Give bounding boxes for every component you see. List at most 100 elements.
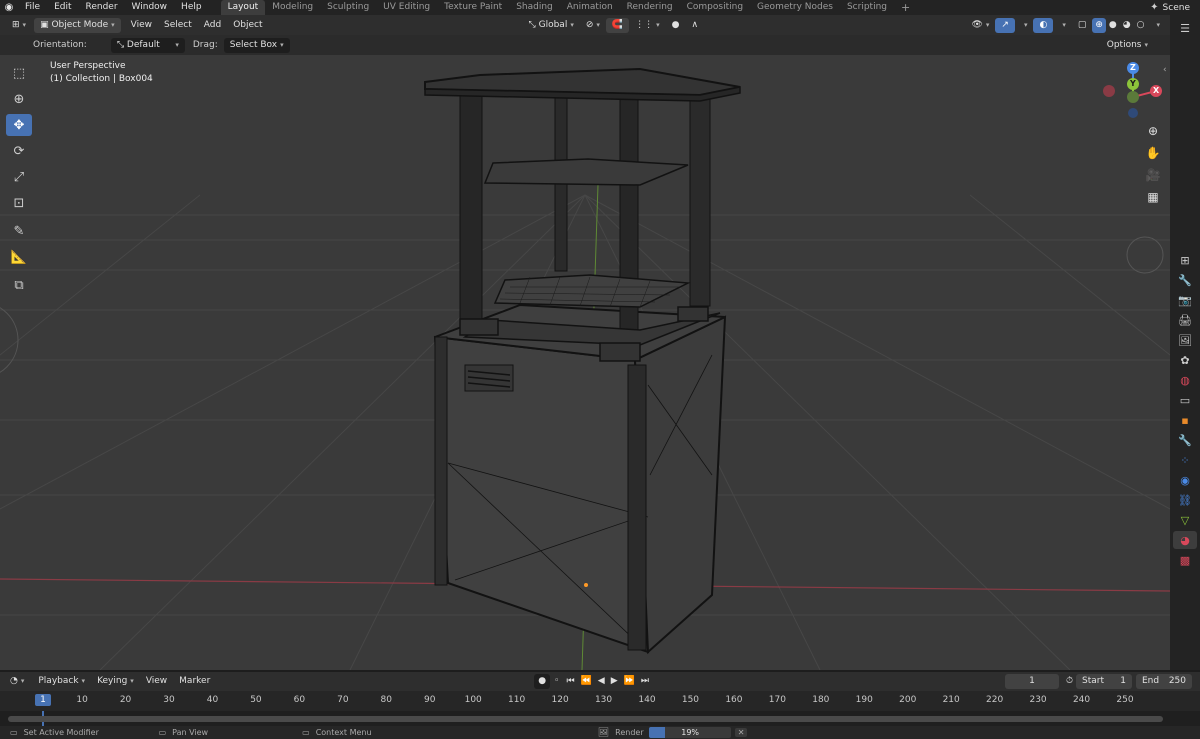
tool-properties-icon[interactable]: 🔧 (1173, 271, 1197, 289)
scene-icon[interactable]: ✦ (1150, 2, 1158, 13)
physics-icon[interactable]: ◉ (1173, 471, 1197, 489)
material-properties-icon[interactable]: ◕ (1173, 531, 1197, 549)
constraints-icon[interactable]: ⛓ (1173, 491, 1197, 509)
mode-select[interactable]: ▣ Object Mode ▾ (34, 17, 121, 33)
scene-name[interactable]: Scene (1163, 3, 1190, 13)
timeline-body[interactable] (0, 711, 1200, 726)
collapse-arrow-icon[interactable]: ‹ (1163, 65, 1167, 75)
zoom-icon[interactable]: ⊕ (1143, 121, 1163, 141)
tab-compositing[interactable]: Compositing (680, 0, 750, 15)
add-cube-tool-icon[interactable]: ⧉ (6, 274, 32, 296)
menu-help[interactable]: Help (174, 0, 209, 15)
cursor-tool-icon[interactable]: ⊕ (6, 88, 32, 110)
playback-menu[interactable]: Playback ▾ (32, 674, 91, 689)
shading-dropdown[interactable]: ▾ (1147, 18, 1166, 33)
annotate-tool-icon[interactable]: ✎ (6, 220, 32, 242)
scale-tool-icon[interactable]: ⤢ (6, 166, 32, 188)
overlays-dropdown[interactable]: ▾ (1053, 18, 1072, 33)
menu-window[interactable]: Window (125, 0, 175, 15)
pan-hand-icon[interactable]: ✋ (1143, 143, 1163, 163)
jump-keyframe-back-icon[interactable]: ⏪ (578, 674, 595, 689)
scene-properties-icon[interactable]: ✿ (1173, 351, 1197, 369)
tab-sculpting[interactable]: Sculpting (320, 0, 376, 15)
drag-select[interactable]: Select Box ▾ (223, 37, 290, 53)
jump-end-icon[interactable]: ⏭ (638, 674, 652, 689)
timeline-view-menu[interactable]: View (140, 674, 173, 689)
select-box-tool-icon[interactable]: ⬚ (6, 62, 32, 84)
gizmo-toggle-icon[interactable]: ↗ (995, 17, 1015, 33)
transform-orientation-select[interactable]: ⤡ Global ▾ (523, 18, 580, 33)
collection-properties-icon[interactable]: ▭ (1173, 391, 1197, 409)
measure-tool-icon[interactable]: 📐 (6, 246, 32, 268)
shading-wireframe-icon[interactable]: ⊕ (1092, 17, 1106, 33)
marker-menu[interactable]: Marker (173, 674, 216, 689)
falloff-button[interactable]: ∧ (686, 18, 705, 33)
editor-type-button[interactable]: ⊞ ▾ (6, 18, 32, 33)
orientation-select[interactable]: ⤡ Default ▾ (110, 37, 185, 53)
render-cancel-icon[interactable]: ✕ (735, 728, 748, 737)
visibility-icon[interactable]: 👁 ▾ (965, 18, 995, 33)
current-frame-field[interactable]: 1 (1004, 674, 1059, 689)
add-workspace-icon[interactable]: + (894, 0, 917, 15)
tab-rendering[interactable]: Rendering (620, 0, 680, 15)
ortho-grid-icon[interactable]: ▦ (1143, 187, 1163, 207)
properties-editor-icon[interactable]: ⊞ (1173, 251, 1197, 269)
outliner-icon[interactable]: ☰ (1173, 19, 1197, 37)
proportional-edit-button[interactable]: ● (666, 18, 686, 33)
menu-add[interactable]: Add (198, 18, 227, 33)
timeline-editor-icon[interactable]: ◔ ▾ (4, 674, 30, 689)
tab-layout[interactable]: Layout (220, 0, 266, 15)
playhead-marker[interactable]: 1 (35, 694, 51, 706)
shading-solid-icon[interactable]: ● (1106, 18, 1120, 33)
object-data-icon[interactable]: ▽ (1173, 511, 1197, 529)
menu-object[interactable]: Object (227, 18, 268, 33)
3d-viewport[interactable]: User Perspective (1) Collection | Box004… (0, 55, 1170, 670)
view-layer-icon[interactable]: 🖼 (1173, 331, 1197, 349)
camera-icon[interactable]: 🎥 (1143, 165, 1163, 185)
navigation-circle[interactable] (1126, 236, 1164, 274)
gizmo-dropdown[interactable]: ▾ (1015, 18, 1034, 33)
tab-animation[interactable]: Animation (560, 0, 620, 15)
timeline-ruler[interactable]: 1102030405060708090100110120130140150160… (0, 691, 1200, 711)
menu-edit[interactable]: Edit (47, 0, 78, 15)
texture-properties-icon[interactable]: ▩ (1173, 551, 1197, 569)
jump-keyframe-forward-icon[interactable]: ⏩ (621, 674, 638, 689)
particles-icon[interactable]: ⁘ (1173, 451, 1197, 469)
play-reverse-icon[interactable]: ◀ (595, 674, 608, 689)
tab-geometry-nodes[interactable]: Geometry Nodes (750, 0, 840, 15)
menu-select[interactable]: Select (158, 18, 198, 33)
move-tool-icon[interactable]: ✥ (6, 114, 32, 136)
clock-icon[interactable]: ⏱ (1063, 674, 1076, 689)
snap-toggle[interactable]: 🧲 (605, 17, 630, 33)
tab-texture-paint[interactable]: Texture Paint (437, 0, 509, 15)
options-button[interactable]: Options ▾ (1101, 38, 1154, 53)
record-button[interactable]: ● (534, 674, 551, 689)
timeline-scrollbar[interactable] (8, 716, 1163, 722)
start-frame-field[interactable]: Start 1 (1076, 674, 1132, 689)
transform-tool-icon[interactable]: ⊡ (6, 192, 32, 214)
rotate-tool-icon[interactable]: ⟳ (6, 140, 32, 162)
menu-file[interactable]: File (18, 0, 47, 15)
end-frame-field[interactable]: End 250 (1136, 674, 1192, 689)
tab-scripting[interactable]: Scripting (840, 0, 894, 15)
blender-logo-icon[interactable]: ◉ (0, 2, 18, 13)
auto-key-dropdown[interactable]: ◦ (550, 674, 563, 689)
world-properties-icon[interactable]: ◍ (1173, 371, 1197, 389)
navigation-gizmo[interactable]: Z Y X (1100, 60, 1166, 126)
play-icon[interactable]: ▶ (608, 674, 621, 689)
xray-icon[interactable]: ▢ (1072, 18, 1093, 33)
tab-uv-editing[interactable]: UV Editing (376, 0, 437, 15)
tab-shading[interactable]: Shading (509, 0, 560, 15)
output-properties-icon[interactable]: 🖨 (1173, 311, 1197, 329)
pivot-point-button[interactable]: ⊘ ▾ (580, 18, 606, 33)
jump-start-icon[interactable]: ⏮ (563, 674, 577, 689)
object-properties-icon[interactable]: ▪ (1173, 411, 1197, 429)
render-properties-icon[interactable]: 📷 (1173, 291, 1197, 309)
shading-material-icon[interactable]: ◕ (1120, 18, 1134, 33)
modifier-properties-icon[interactable]: 🔧 (1173, 431, 1197, 449)
tab-modeling[interactable]: Modeling (265, 0, 320, 15)
overlays-icon[interactable]: ◐ (1033, 17, 1054, 33)
shading-rendered-icon[interactable]: ○ (1134, 18, 1148, 33)
menu-view[interactable]: View (125, 18, 158, 33)
menu-render[interactable]: Render (79, 0, 125, 15)
